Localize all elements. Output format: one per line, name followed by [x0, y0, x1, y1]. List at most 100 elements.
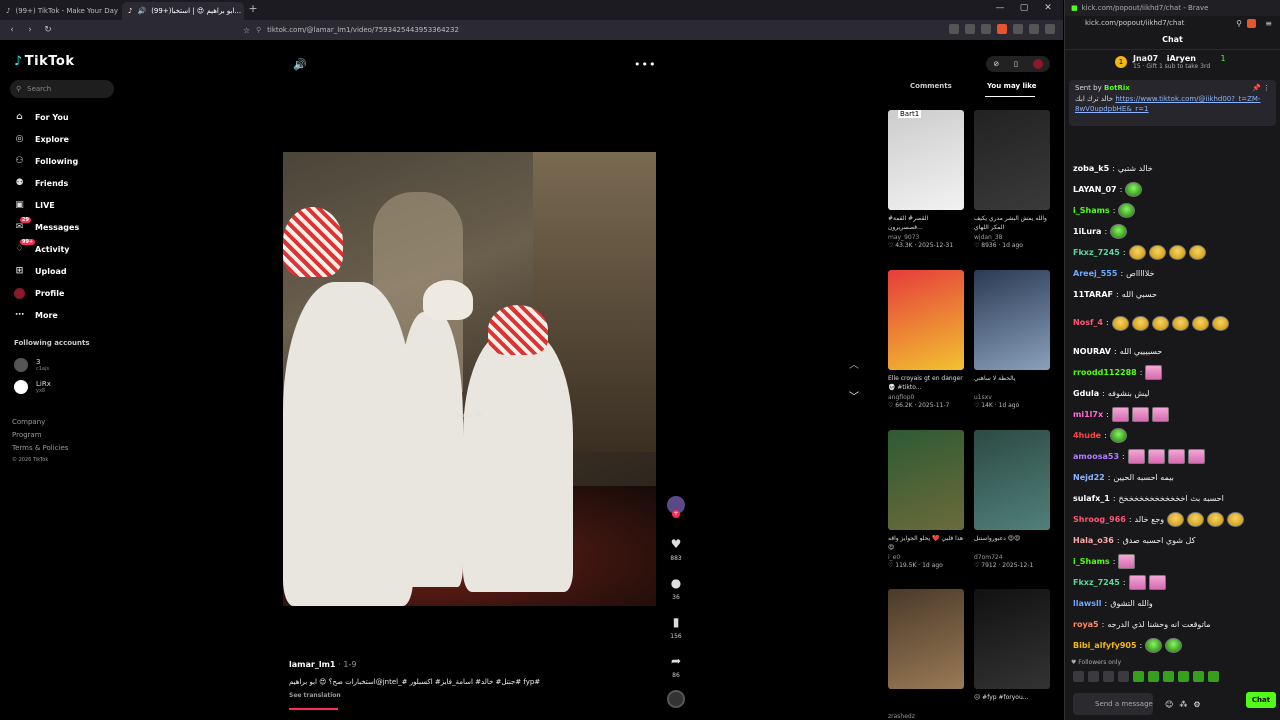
- sidebar-item-following[interactable]: ⚇ Following: [14, 153, 78, 169]
- pinned-message[interactable]: Sent by BotRix 📌 ⋮ خالد ترك ابك https://…: [1069, 80, 1276, 126]
- chat-username[interactable]: Shroog_966: [1073, 515, 1126, 525]
- new-tab-button[interactable]: +: [244, 2, 262, 20]
- maximize-icon[interactable]: ▢: [1012, 3, 1036, 13]
- chat-username[interactable]: Fkxz_7245: [1073, 578, 1120, 588]
- chat-username[interactable]: sulafx_1: [1073, 494, 1110, 504]
- gifter-name[interactable]: Jna07: [1133, 54, 1158, 63]
- recommended-video-card[interactable]: هذا قلبي ❤️ يحلو الجوايز واقه 😍 i_e0 ♡ 119…: [888, 430, 964, 569]
- share-button[interactable]: ➦ 86: [667, 654, 685, 679]
- sidebar-item-messages[interactable]: ✉ 29 Messages: [14, 216, 79, 235]
- emote-button[interactable]: [1088, 671, 1099, 682]
- following-account[interactable]: LiRx yx8: [14, 380, 51, 394]
- video-thumbnail[interactable]: Bart1: [888, 110, 964, 210]
- card-author[interactable]: may_9073: [888, 234, 964, 241]
- video-thumbnail[interactable]: [888, 430, 964, 530]
- chat-username[interactable]: 4hude: [1073, 431, 1101, 441]
- chat-username[interactable]: LAYAN_07: [1073, 185, 1117, 195]
- video-progress-bar[interactable]: [289, 708, 338, 710]
- recommended-video-card[interactable]: Bart1 #القصر# القمة قصسريرون... may_9073 ♡ …: [888, 110, 964, 249]
- search-input[interactable]: ⚲ Search: [10, 80, 114, 98]
- chat-username[interactable]: Nosf_4: [1073, 318, 1103, 328]
- music-disc-button[interactable]: [667, 690, 685, 708]
- pin-icon[interactable]: 📌 ⋮: [1252, 84, 1270, 92]
- chevron-up-icon[interactable]: ︿: [849, 356, 859, 371]
- chat-username[interactable]: roya5: [1073, 620, 1099, 630]
- chat-username[interactable]: zoba_k5: [1073, 164, 1109, 174]
- minimize-icon[interactable]: —: [988, 3, 1012, 13]
- card-author[interactable]: wjdan_38: [974, 234, 1050, 241]
- brave-shield-icon[interactable]: [997, 24, 1007, 34]
- footer-program-link[interactable]: Program: [12, 431, 42, 439]
- tab-tiktok-home[interactable]: ♪ (99+) TikTok - Make Your Day: [0, 2, 122, 20]
- recommended-video-card[interactable]: zrashedz: [888, 589, 964, 720]
- chat-username[interactable]: Hala_o36: [1073, 536, 1114, 546]
- video-author[interactable]: lamar_lm1 · 1-9: [289, 660, 356, 669]
- card-author[interactable]: d7om724: [974, 554, 1050, 561]
- video-thumbnail[interactable]: [974, 589, 1050, 689]
- sidebar-item-more[interactable]: ⋯ More: [14, 307, 58, 323]
- chat-input[interactable]: Send a message: [1073, 693, 1153, 715]
- profile-avatar[interactable]: [1032, 59, 1043, 69]
- extension-icon[interactable]: [949, 24, 959, 34]
- save-button[interactable]: ▮ 156: [667, 615, 685, 640]
- brave-shield-icon[interactable]: [1247, 18, 1256, 28]
- author-name[interactable]: lamar_lm1: [289, 660, 335, 669]
- forward-icon[interactable]: ›: [24, 25, 36, 35]
- recommended-video-card[interactable]: دعبورواستنل 😍😍 d7om724 ♡ 7912 · 2025-12-1: [974, 430, 1050, 569]
- chat-username[interactable]: rroodd112288: [1073, 368, 1137, 378]
- send-chat-button[interactable]: Chat: [1246, 692, 1276, 708]
- gift-icon[interactable]: ⁂: [1179, 700, 1187, 709]
- chat-username[interactable]: i_Shams: [1073, 557, 1110, 567]
- gifter-user[interactable]: iAryen: [1167, 54, 1196, 63]
- compass-icon[interactable]: ⊘: [993, 60, 999, 68]
- site-info-icon[interactable]: ⚲: [256, 26, 261, 34]
- emote-button[interactable]: [1208, 671, 1219, 682]
- card-author[interactable]: i_e0: [888, 554, 964, 561]
- emote-button[interactable]: [1163, 671, 1174, 682]
- follow-plus-icon[interactable]: +: [672, 510, 680, 518]
- emote-button[interactable]: [1193, 671, 1204, 682]
- emote-button[interactable]: [1133, 671, 1144, 682]
- menu-icon[interactable]: ≡: [1265, 19, 1272, 28]
- menu-icon[interactable]: [1045, 24, 1055, 34]
- zoom-icon[interactable]: ⚲: [1236, 19, 1242, 28]
- chat-username[interactable]: 11TARAF: [1073, 290, 1113, 300]
- extension-icon[interactable]: [1013, 24, 1023, 34]
- chat-username[interactable]: mi1l7x: [1073, 410, 1103, 420]
- video-thumbnail[interactable]: [888, 270, 964, 370]
- chat-username[interactable]: amoosa53: [1073, 452, 1119, 462]
- video-thumbnail[interactable]: [888, 589, 964, 689]
- chat-username[interactable]: Nejd22: [1073, 473, 1105, 483]
- sidebar-item-upload[interactable]: ⊞ Upload: [14, 263, 67, 279]
- chat-username[interactable]: i_Shams: [1073, 206, 1110, 216]
- emote-button[interactable]: [1073, 671, 1084, 682]
- comment-button[interactable]: ● 36: [667, 576, 685, 601]
- emote-button[interactable]: [1178, 671, 1189, 682]
- sidebar-item-for-you[interactable]: ⌂ For You: [14, 109, 68, 125]
- sidebar-item-explore[interactable]: ◎ Explore: [14, 131, 69, 147]
- back-icon[interactable]: ‹: [6, 25, 18, 35]
- emote-button[interactable]: [1148, 671, 1159, 682]
- url-field[interactable]: ⚲ tiktok.com/@lamar_lm1/video/7593425443…: [240, 22, 710, 38]
- tab-comments[interactable]: Comments: [910, 82, 952, 90]
- recommended-video-card[interactable]: والله يمش البشر مدري يكيف المكر اللهاي wj…: [974, 110, 1050, 249]
- like-button[interactable]: ♥ 883: [667, 537, 685, 562]
- sidebar-item-profile[interactable]: Profile: [14, 285, 64, 301]
- volume-icon[interactable]: 🔊: [293, 58, 307, 71]
- chat-message-list[interactable]: zoba_k5: خالد شتبي LAYAN_07: i_Shams:1iLura…: [1073, 158, 1277, 656]
- chat-username[interactable]: Gdula: [1073, 389, 1099, 399]
- video-thumbnail[interactable]: [974, 110, 1050, 210]
- chat-username[interactable]: Areej_555: [1073, 269, 1117, 279]
- chat-username[interactable]: Fkxz_7245: [1073, 248, 1120, 258]
- reload-icon[interactable]: ↻: [42, 25, 54, 35]
- author-avatar-button[interactable]: +: [667, 496, 685, 518]
- footer-company-link[interactable]: Company: [12, 418, 45, 426]
- tab-you-may-like[interactable]: You may like: [987, 82, 1036, 90]
- following-account[interactable]: 3 c1ajs: [14, 358, 49, 372]
- bot-name[interactable]: BotRix: [1104, 84, 1130, 92]
- more-options-icon[interactable]: •••: [634, 58, 656, 71]
- extension-icon[interactable]: [965, 24, 975, 34]
- see-translation-link[interactable]: See translation: [289, 692, 341, 699]
- video-player[interactable]: lamar_lm: [283, 152, 656, 606]
- video-thumbnail[interactable]: [974, 270, 1050, 370]
